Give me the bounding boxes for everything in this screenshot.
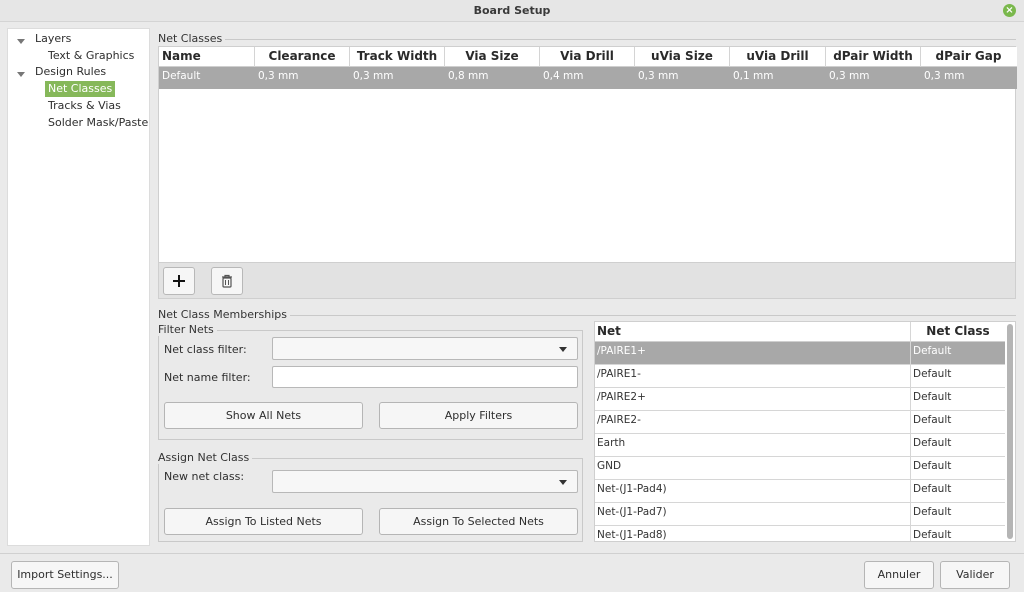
table-row[interactable]: Earth Default — [595, 434, 1005, 457]
net-class-filter-select[interactable] — [272, 337, 578, 360]
table-row[interactable]: /PAIRE2+ Default — [595, 388, 1005, 411]
net-name-filter-label: Net name filter: — [164, 371, 251, 384]
footer-separator — [0, 553, 1024, 554]
close-icon: × — [1005, 5, 1014, 16]
net-name-cell: Net-(J1-Pad7) — [597, 506, 667, 518]
net-classes-group-line — [158, 39, 1016, 40]
table-row[interactable]: GND Default — [595, 457, 1005, 480]
assign-net-class-group-label: Assign Net Class — [158, 451, 253, 464]
close-window-button[interactable]: × — [1003, 4, 1016, 17]
new-net-class-select[interactable] — [272, 470, 578, 493]
net-classes-table-header: Name Clearance Track Width Via Size Via … — [159, 47, 1017, 67]
table-cell-dpair-width[interactable]: 0,3 mm — [826, 67, 921, 89]
tree-item-layers[interactable]: Layers — [35, 31, 71, 47]
column-header-clearance[interactable]: Clearance — [255, 47, 350, 67]
tree-item-net-classes[interactable]: Net Classes — [45, 81, 116, 97]
show-all-nets-button[interactable]: Show All Nets — [164, 402, 363, 429]
net-name-cell: /PAIRE2+ — [597, 391, 646, 403]
net-name-cell: /PAIRE1- — [597, 368, 641, 380]
nets-list: Net Net Class /PAIRE1+ Default /PAIRE1- … — [594, 321, 1016, 542]
table-cell-clearance[interactable]: 0,3 mm — [255, 67, 350, 89]
net-class-cell: Default — [910, 411, 1005, 433]
net-name-cell: Net-(J1-Pad4) — [597, 483, 667, 495]
column-header-dpair-width[interactable]: dPair Width — [826, 47, 921, 67]
add-net-class-button[interactable] — [163, 267, 195, 295]
tree-item-solder-mask[interactable]: Solder Mask/Paste — [48, 115, 148, 131]
net-classes-group-label: Net Classes — [158, 32, 226, 45]
net-class-cell: Default — [910, 342, 1005, 364]
vertical-scrollbar[interactable] — [1007, 324, 1013, 539]
table-cell-uvia-drill[interactable]: 0,1 mm — [730, 67, 826, 89]
net-name-cell: /PAIRE2- — [597, 414, 641, 426]
net-name-cell: Earth — [597, 437, 626, 449]
expand-arrow-icon[interactable] — [17, 72, 25, 77]
memberships-group-label: Net Class Memberships — [158, 308, 290, 321]
expand-arrow-icon[interactable] — [17, 39, 25, 44]
column-header-net-class[interactable]: Net Class — [910, 322, 1005, 342]
column-header-net[interactable]: Net — [597, 322, 907, 342]
title-bar: Board Setup × — [0, 0, 1024, 22]
net-class-cell: Default — [910, 503, 1005, 525]
column-header-via-size[interactable]: Via Size — [445, 47, 540, 67]
net-classes-toolbar — [158, 263, 1016, 299]
table-row[interactable]: Net-(J1-Pad4) Default — [595, 480, 1005, 503]
trash-icon — [222, 274, 232, 288]
import-settings-button[interactable]: Import Settings... — [11, 561, 119, 589]
assign-to-selected-nets-button[interactable]: Assign To Selected Nets — [379, 508, 578, 535]
column-header-name[interactable]: Name — [159, 47, 255, 67]
net-name-cell: Net-(J1-Pad8) — [597, 529, 667, 541]
nets-list-header: Net Net Class — [595, 322, 1005, 342]
window-title: Board Setup — [473, 4, 551, 17]
tree-item-text-graphics[interactable]: Text & Graphics — [48, 48, 134, 64]
table-cell-via-drill[interactable]: 0,4 mm — [540, 67, 635, 89]
column-header-dpair-gap[interactable]: dPair Gap — [921, 47, 1016, 67]
cancel-button[interactable]: Annuler — [864, 561, 934, 589]
ok-button[interactable]: Valider — [940, 561, 1010, 589]
table-cell-track-width[interactable]: 0,3 mm — [350, 67, 445, 89]
net-class-filter-label: Net class filter: — [164, 343, 247, 356]
table-row[interactable]: Net-(J1-Pad8) Default — [595, 526, 1005, 541]
apply-filters-button[interactable]: Apply Filters — [379, 402, 578, 429]
net-class-cell: Default — [910, 434, 1005, 456]
table-row[interactable]: /PAIRE2- Default — [595, 411, 1005, 434]
table-cell-uvia-size[interactable]: 0,3 mm — [635, 67, 730, 89]
table-cell-via-size[interactable]: 0,8 mm — [445, 67, 540, 89]
net-class-cell: Default — [910, 365, 1005, 387]
column-header-uvia-size[interactable]: uVia Size — [635, 47, 730, 67]
chevron-down-icon — [559, 347, 567, 352]
delete-net-class-button[interactable] — [211, 267, 243, 295]
table-cell-name[interactable]: Default — [159, 67, 255, 89]
tree-item-tracks-vias[interactable]: Tracks & Vias — [48, 98, 121, 114]
chevron-down-icon — [559, 480, 567, 485]
table-row[interactable]: Default 0,3 mm 0,3 mm 0,8 mm 0,4 mm 0,3 … — [159, 67, 1017, 89]
net-class-cell: Default — [910, 457, 1005, 479]
net-class-cell: Default — [910, 388, 1005, 410]
column-header-uvia-drill[interactable]: uVia Drill — [730, 47, 826, 67]
settings-tree: Layers Text & Graphics Design Rules Net … — [7, 28, 150, 546]
net-name-filter-input[interactable] — [272, 366, 578, 388]
net-name-cell: GND — [597, 460, 622, 472]
new-net-class-label: New net class: — [164, 470, 245, 483]
table-row[interactable]: Net-(J1-Pad7) Default — [595, 503, 1005, 526]
net-class-cell: Default — [910, 480, 1005, 502]
table-row[interactable]: /PAIRE1- Default — [595, 365, 1005, 388]
net-class-cell: Default — [910, 526, 1005, 541]
plus-icon — [173, 275, 185, 287]
tree-item-design-rules[interactable]: Design Rules — [35, 64, 106, 80]
assign-to-listed-nets-button[interactable]: Assign To Listed Nets — [164, 508, 363, 535]
column-header-via-drill[interactable]: Via Drill — [540, 47, 635, 67]
table-cell-dpair-gap[interactable]: 0,3 mm — [921, 67, 1016, 89]
net-name-cell: /PAIRE1+ — [597, 345, 646, 357]
column-header-track-width[interactable]: Track Width — [350, 47, 445, 67]
net-classes-table: Name Clearance Track Width Via Size Via … — [158, 46, 1017, 263]
table-row[interactable]: /PAIRE1+ Default — [595, 342, 1005, 365]
filter-nets-group-label: Filter Nets — [158, 323, 217, 336]
